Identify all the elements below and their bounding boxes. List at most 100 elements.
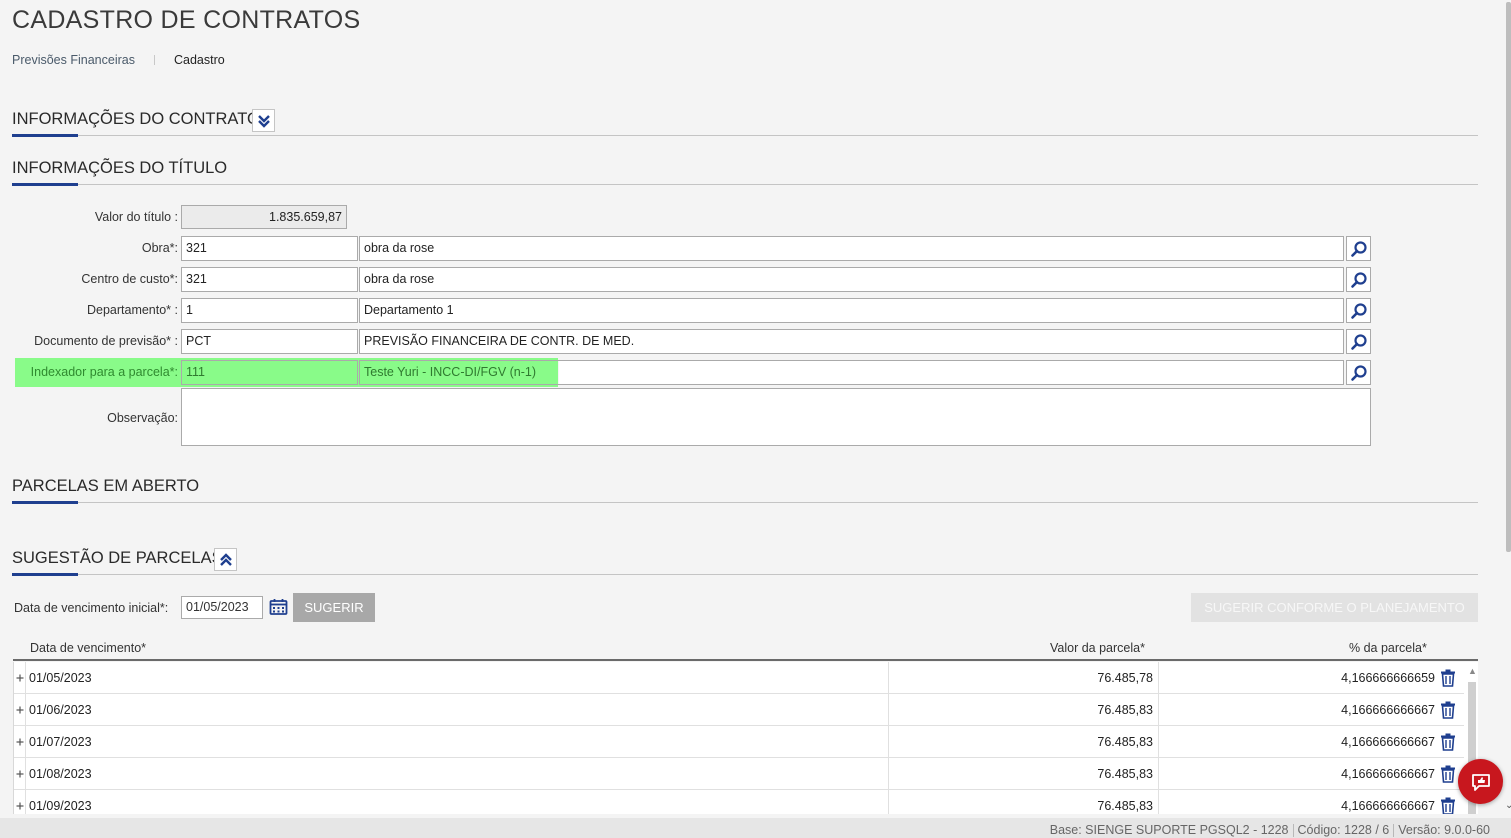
cell-value[interactable]: 76.485,83 (888, 758, 1159, 790)
cell-date[interactable]: 01/09/2023 (29, 799, 92, 813)
trash-icon[interactable] (1440, 669, 1456, 687)
trash-icon[interactable] (1440, 765, 1456, 783)
column-header-date[interactable]: Data de vencimento* (30, 641, 146, 655)
observacao-label: Observação: (107, 411, 178, 425)
column-header-percent[interactable]: % da parcela* (1349, 641, 1427, 655)
documento-search-button[interactable] (1346, 329, 1371, 354)
cell-value[interactable]: 76.485,83 (888, 790, 1159, 814)
table-row: 01/05/2023 76.485,78 4,166666666659 (14, 662, 1464, 694)
cell-date[interactable]: 01/06/2023 (29, 703, 92, 717)
cell-date[interactable]: 01/08/2023 (29, 767, 92, 781)
data-vencimento-input[interactable]: 01/05/2023 (181, 596, 263, 619)
expand-plus-icon (16, 770, 23, 778)
departamento-search-button[interactable] (1346, 298, 1371, 323)
centro-custo-search-button[interactable] (1346, 267, 1371, 292)
footer-versao: Versão: 9.0.0-60 (1398, 823, 1490, 837)
grid-header: Data de vencimento* Valor da parcela* % … (13, 637, 1478, 661)
calendar-icon (269, 599, 287, 615)
valor-titulo-field: 1.835.659,87 (181, 205, 347, 229)
centro-custo-description-input[interactable]: obra da rose (359, 267, 1344, 292)
data-vencimento-label: Data de vencimento inicial*: (14, 601, 169, 615)
installments-grid: 01/05/2023 76.485,78 4,166666666659 01/0… (13, 662, 1478, 814)
page-title: CADASTRO DE CONTRATOS (12, 6, 361, 34)
documento-description-input[interactable]: PREVISÃO FINANCEIRA DE CONTR. DE MED. (359, 329, 1344, 354)
trash-icon[interactable] (1440, 733, 1456, 751)
column-header-value[interactable]: Valor da parcela* (1050, 641, 1145, 655)
cell-percent[interactable]: 4,166666666667 (1159, 703, 1435, 717)
departamento-label: Departamento* : (86, 303, 178, 317)
section-title: INFORMAÇÕES DO CONTRATO (12, 110, 260, 128)
scroll-up-arrow-icon[interactable]: ▲ (1468, 666, 1477, 676)
expand-row-button[interactable] (14, 758, 26, 790)
departamento-code-input[interactable]: 1 (181, 298, 358, 323)
table-row: 01/06/2023 76.485,83 4,166666666667 (14, 694, 1464, 726)
chevron-double-down-icon (257, 114, 270, 128)
indexador-code-input[interactable]: 111 (181, 360, 358, 385)
expand-plus-icon (16, 674, 23, 682)
section-open-installments: PARCELAS EM ABERTO (12, 473, 1478, 504)
departamento-description-input[interactable]: Departamento 1 (359, 298, 1344, 323)
cell-value[interactable]: 76.485,83 (888, 726, 1159, 758)
indexador-search-button[interactable] (1346, 360, 1371, 385)
cell-date[interactable]: 01/05/2023 (29, 671, 92, 685)
cell-value[interactable]: 76.485,83 (888, 694, 1159, 726)
documento-code-input[interactable]: PCT (181, 329, 358, 354)
indexador-label: Indexador para a parcela*: (30, 365, 178, 379)
trash-icon[interactable] (1440, 701, 1456, 719)
footer-codigo: Código: 1228 / 6 (1297, 823, 1390, 837)
cell-percent[interactable]: 4,166666666667 (1159, 799, 1435, 813)
expand-plus-icon (16, 738, 23, 746)
valor-titulo-label: Valor do título : (94, 210, 178, 224)
section-underline (12, 134, 78, 137)
expand-plus-icon (16, 802, 23, 810)
section-contract-info: INFORMAÇÕES DO CONTRATO (12, 106, 1478, 137)
table-row: 01/07/2023 76.485,83 4,166666666667 (14, 726, 1464, 758)
expand-plus-icon (16, 706, 23, 714)
expand-row-button[interactable] (14, 790, 26, 814)
trash-icon[interactable] (1440, 797, 1456, 814)
section-title: INFORMAÇÕES DO TÍTULO (12, 159, 228, 177)
documento-label: Documento de previsão* : (34, 334, 178, 348)
suggest-button[interactable]: SUGERIR (293, 593, 375, 622)
expand-section-button[interactable] (252, 109, 275, 132)
expand-row-button[interactable] (14, 662, 26, 694)
suggest-by-planning-button[interactable]: SUGERIR CONFORME O PLANEJAMENTO (1191, 593, 1478, 622)
collapse-section-button[interactable] (214, 548, 237, 571)
chat-button[interactable] (1458, 759, 1503, 804)
search-icon (1350, 240, 1367, 257)
cell-date[interactable]: 01/07/2023 (29, 735, 92, 749)
centro-custo-code-input[interactable]: 321 (181, 267, 358, 292)
search-icon (1350, 271, 1367, 288)
search-icon (1350, 302, 1367, 319)
chevron-double-up-icon (219, 552, 232, 566)
page-scrollbar-thumb[interactable] (1506, 2, 1511, 552)
scroll-down-chevron-icon[interactable]: ⌄ (1505, 800, 1511, 811)
obra-description-input[interactable]: obra da rose (359, 236, 1344, 261)
cell-percent[interactable]: 4,166666666667 (1159, 767, 1435, 781)
observacao-textarea[interactable] (181, 388, 1371, 446)
section-underline (12, 501, 78, 504)
footer-base: Base: SIENGE SUPORTE PGSQL2 - 1228 (1049, 823, 1289, 837)
calendar-button[interactable] (267, 596, 289, 618)
page-scrollbar[interactable] (1504, 0, 1511, 814)
cell-percent[interactable]: 4,166666666667 (1159, 735, 1435, 749)
obra-label: Obra*: (141, 241, 178, 255)
section-underline (12, 573, 78, 576)
breadcrumb: Previsões Financeiras Cadastro (12, 53, 225, 67)
cell-percent[interactable]: 4,166666666659 (1159, 671, 1435, 685)
section-underline (12, 183, 78, 186)
obra-code-input[interactable]: 321 (181, 236, 358, 261)
expand-row-button[interactable] (14, 726, 26, 758)
section-title-info: INFORMAÇÕES DO TÍTULO (12, 155, 1478, 186)
expand-row-button[interactable] (14, 694, 26, 726)
chat-icon (1471, 773, 1490, 791)
section-title: SUGESTÃO DE PARCELAS (12, 549, 223, 567)
table-row: 01/08/2023 76.485,83 4,166666666667 (14, 758, 1464, 790)
search-icon (1350, 333, 1367, 350)
cell-value[interactable]: 76.485,78 (888, 662, 1159, 694)
breadcrumb-link-previsoes[interactable]: Previsões Financeiras (12, 53, 135, 67)
centro-custo-label: Centro de custo*: (81, 272, 178, 286)
table-row: 01/09/2023 76.485,83 4,166666666667 (14, 790, 1464, 814)
indexador-description-input[interactable]: Teste Yuri - INCC-DI/FGV (n-1) (359, 360, 1344, 385)
obra-search-button[interactable] (1346, 236, 1371, 261)
